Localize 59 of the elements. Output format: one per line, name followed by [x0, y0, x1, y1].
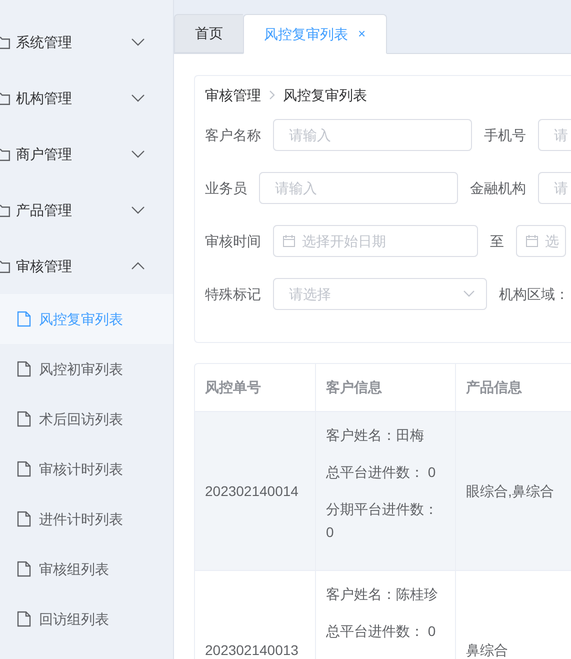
field-label: 客户名称: [205, 126, 261, 144]
column-header: 风控单号: [204, 378, 262, 397]
file-icon: [17, 461, 31, 477]
calendar-icon: [526, 235, 538, 247]
chevron-down-icon: [131, 94, 145, 102]
tab[interactable]: 首页: [174, 14, 243, 53]
field-label: 金融机构: [470, 178, 526, 198]
column-header: 产品信息: [455, 364, 571, 411]
chevron-up-icon: [131, 262, 145, 270]
sidebar-group[interactable]: 审核管理: [0, 238, 173, 294]
table-cell-text: 总平台进件数： 0: [326, 622, 437, 641]
sidebar-group[interactable]: 机构管理: [0, 70, 173, 126]
sidebar-group[interactable]: 系统管理: [0, 14, 173, 70]
sidebar-item[interactable]: 风控初审列表: [0, 344, 173, 394]
file-icon: [17, 511, 31, 527]
table-cell-text: 总平台进件数： 0: [326, 463, 437, 482]
table-cell-text: 202302140014: [205, 482, 298, 500]
file-icon: [17, 611, 31, 627]
calendar-icon: [283, 235, 295, 247]
input-field[interactable]: 请输入: [259, 172, 458, 204]
input-field[interactable]: 请输入: [273, 119, 472, 151]
chevron-down-icon: [131, 150, 145, 158]
table-cell-text: 鼻综合: [466, 640, 508, 659]
chevron-right-icon: [269, 90, 275, 100]
breadcrumb-item[interactable]: 审核管理: [205, 84, 261, 106]
sidebar-item[interactable]: 术后回访列表: [0, 394, 173, 444]
table-cell-text: 眼综合,鼻综合: [466, 482, 554, 500]
sidebar-item[interactable]: 进件计时列表: [0, 494, 173, 544]
sidebar-item[interactable]: 回访组列表: [0, 594, 173, 644]
chevron-down-icon: [131, 38, 145, 46]
select-field[interactable]: 请选择: [273, 278, 487, 310]
input-field[interactable]: 请: [538, 119, 571, 151]
field-label: 至: [490, 232, 504, 250]
sidebar-group[interactable]: 产品管理: [0, 182, 173, 238]
close-button[interactable]: ×: [358, 24, 366, 44]
chevron-down-icon: [131, 206, 145, 214]
sidebar-item[interactable]: 审核计时列表: [0, 444, 173, 494]
file-icon: [17, 411, 31, 427]
field-label: 审核时间: [205, 232, 261, 250]
date-field[interactable]: 选: [516, 225, 566, 257]
field-label: 特殊标记: [205, 284, 261, 304]
file-icon: [17, 361, 31, 377]
file-icon: [17, 561, 31, 577]
field-label: 业务员: [205, 178, 247, 198]
input-field[interactable]: 请: [538, 172, 571, 204]
table-cell-text: 202302140013: [205, 640, 298, 659]
chevron-down-icon: [463, 290, 475, 297]
table-cell-text: 分期平台进件数： 0: [326, 500, 439, 542]
sidebar-group[interactable]: 商户管理: [0, 126, 173, 182]
column-header: 客户信息: [315, 364, 455, 411]
table-cell-text: 客户姓名：陈桂珍: [326, 585, 439, 604]
tab[interactable]: 风控复审列表 ×: [243, 14, 387, 54]
table-cell-text: 客户姓名：田梅: [326, 426, 425, 445]
field-label: 机构区域：: [499, 284, 569, 304]
breadcrumb-item: 风控复审列表: [283, 86, 367, 104]
file-icon: [17, 311, 31, 327]
field-label: 手机号: [484, 126, 526, 144]
sidebar-item[interactable]: 审核组列表: [0, 544, 173, 594]
date-field[interactable]: 选择开始日期: [273, 225, 478, 257]
